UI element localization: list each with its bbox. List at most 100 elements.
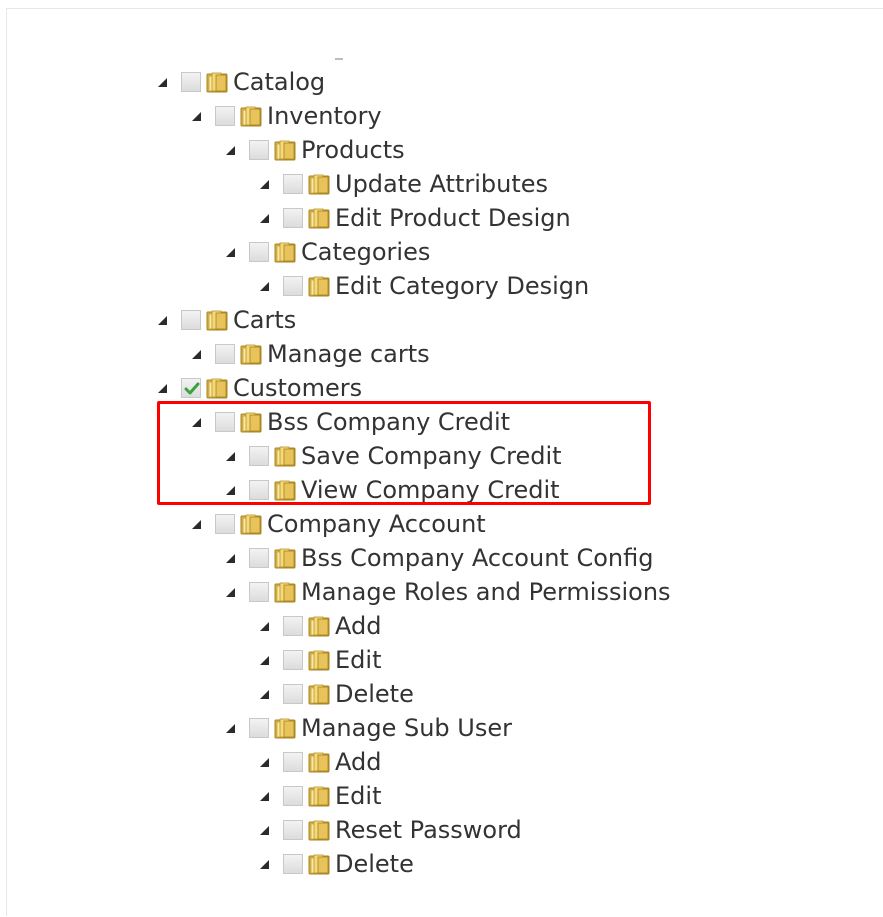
expanded-triangle-icon[interactable]: [259, 756, 271, 768]
tree-node-label: Add: [335, 748, 382, 776]
checkbox-icon[interactable]: [249, 718, 269, 738]
expanded-triangle-icon[interactable]: [157, 76, 169, 88]
expanded-triangle-icon[interactable]: [259, 280, 271, 292]
folder-icon: [273, 138, 297, 162]
expanded-triangle-icon[interactable]: [191, 348, 203, 360]
expanded-triangle-icon[interactable]: [225, 246, 237, 258]
checkbox-icon[interactable]: [181, 378, 201, 398]
tree-node[interactable]: Manage Sub User: [225, 711, 512, 745]
tree-node[interactable]: Save Company Credit: [225, 439, 562, 473]
folder-icon: [273, 546, 297, 570]
expanded-triangle-icon[interactable]: [259, 212, 271, 224]
tree-node[interactable]: Manage carts: [191, 337, 430, 371]
expanded-triangle-icon[interactable]: [259, 858, 271, 870]
tree-node[interactable]: Bss Company Account Config: [225, 541, 653, 575]
expanded-triangle-icon[interactable]: [225, 586, 237, 598]
checkbox-icon[interactable]: [181, 310, 201, 330]
folder-icon: [273, 716, 297, 740]
tree-node-label: Edit: [335, 782, 382, 810]
checkbox-icon[interactable]: [215, 412, 235, 432]
expanded-triangle-icon[interactable]: [191, 518, 203, 530]
tree-node[interactable]: Delete: [259, 847, 414, 881]
folder-icon: [205, 70, 229, 94]
tree-node-label: Customers: [233, 374, 363, 402]
checkbox-icon[interactable]: [283, 786, 303, 806]
expanded-triangle-icon[interactable]: [259, 790, 271, 802]
tree-node-label: Bss Company Account Config: [301, 544, 654, 572]
expanded-triangle-icon[interactable]: [225, 450, 237, 462]
tree-node[interactable]: Categories: [225, 235, 430, 269]
expanded-triangle-icon[interactable]: [225, 484, 237, 496]
expanded-triangle-icon[interactable]: [259, 654, 271, 666]
tree-node-label: Carts: [233, 306, 297, 334]
expanded-triangle-icon[interactable]: [259, 178, 271, 190]
tree-node[interactable]: Reset Password: [259, 813, 522, 847]
tree-node-label: Delete: [335, 850, 414, 878]
tree-node-label: Manage Sub User: [301, 714, 512, 742]
folder-icon: [307, 206, 331, 230]
tree-node[interactable]: Products: [225, 133, 405, 167]
folder-icon: [205, 376, 229, 400]
checkbox-icon[interactable]: [283, 174, 303, 194]
checkbox-icon[interactable]: [283, 650, 303, 670]
tree-node[interactable]: Update Attributes: [259, 167, 548, 201]
expanded-triangle-icon[interactable]: [157, 382, 169, 394]
tree-node-label: Reset Password: [335, 816, 522, 844]
tree-node[interactable]: View Company Credit: [225, 473, 560, 507]
checkbox-icon[interactable]: [215, 344, 235, 364]
checkbox-icon[interactable]: [181, 72, 201, 92]
folder-icon: [307, 750, 331, 774]
checkbox-icon[interactable]: [283, 684, 303, 704]
folder-icon: [307, 274, 331, 298]
checkbox-icon[interactable]: [249, 242, 269, 262]
tree-node[interactable]: Catalog: [157, 65, 325, 99]
expanded-triangle-icon[interactable]: [259, 688, 271, 700]
tree-node-label: Edit Category Design: [335, 272, 590, 300]
tree-node[interactable]: Edit Category Design: [259, 269, 589, 303]
expanded-triangle-icon[interactable]: [191, 416, 203, 428]
checkbox-icon[interactable]: [283, 820, 303, 840]
tree-node[interactable]: Add: [259, 745, 381, 779]
checkbox-icon[interactable]: [283, 854, 303, 874]
tree-node[interactable]: Edit: [259, 643, 381, 677]
checkbox-icon[interactable]: [215, 514, 235, 534]
expanded-triangle-icon[interactable]: [157, 314, 169, 326]
tree-node-label: Categories: [301, 238, 431, 266]
tree-node[interactable]: Company Account: [191, 507, 486, 541]
tree-node[interactable]: Delete: [259, 677, 414, 711]
folder-icon: [273, 240, 297, 264]
role-resources-panel: Catalog Inventory Products Update Attribute…: [6, 8, 883, 916]
tree-node[interactable]: Inventory: [191, 99, 382, 133]
tree-node-label: Manage Roles and Permissions: [301, 578, 671, 606]
tree-node[interactable]: Add: [259, 609, 381, 643]
checkbox-icon[interactable]: [283, 208, 303, 228]
expanded-triangle-icon[interactable]: [259, 824, 271, 836]
folder-icon: [273, 478, 297, 502]
expanded-triangle-icon[interactable]: [225, 552, 237, 564]
tree-node[interactable]: Edit: [259, 779, 381, 813]
checkbox-icon[interactable]: [249, 548, 269, 568]
tree-node-label: Products: [301, 136, 405, 164]
folder-icon: [307, 784, 331, 808]
expanded-triangle-icon[interactable]: [259, 620, 271, 632]
checkbox-icon[interactable]: [249, 446, 269, 466]
tree-node[interactable]: Bss Company Credit: [191, 405, 510, 439]
tree-node-label: Edit: [335, 646, 382, 674]
checkbox-icon[interactable]: [215, 106, 235, 126]
tree-node[interactable]: Manage Roles and Permissions: [225, 575, 671, 609]
expanded-triangle-icon[interactable]: [225, 722, 237, 734]
folder-icon: [239, 410, 263, 434]
tree-node[interactable]: Edit Product Design: [259, 201, 571, 235]
checkbox-icon[interactable]: [283, 616, 303, 636]
checkbox-icon[interactable]: [283, 276, 303, 296]
checkbox-icon[interactable]: [249, 140, 269, 160]
tree-node[interactable]: Carts: [157, 303, 296, 337]
checkbox-icon[interactable]: [283, 752, 303, 772]
tree-node[interactable]: Customers: [157, 371, 362, 405]
expanded-triangle-icon[interactable]: [225, 144, 237, 156]
checkbox-icon[interactable]: [249, 582, 269, 602]
tree-node-label: Inventory: [267, 102, 382, 130]
expanded-triangle-icon[interactable]: [191, 110, 203, 122]
folder-icon: [273, 444, 297, 468]
checkbox-icon[interactable]: [249, 480, 269, 500]
